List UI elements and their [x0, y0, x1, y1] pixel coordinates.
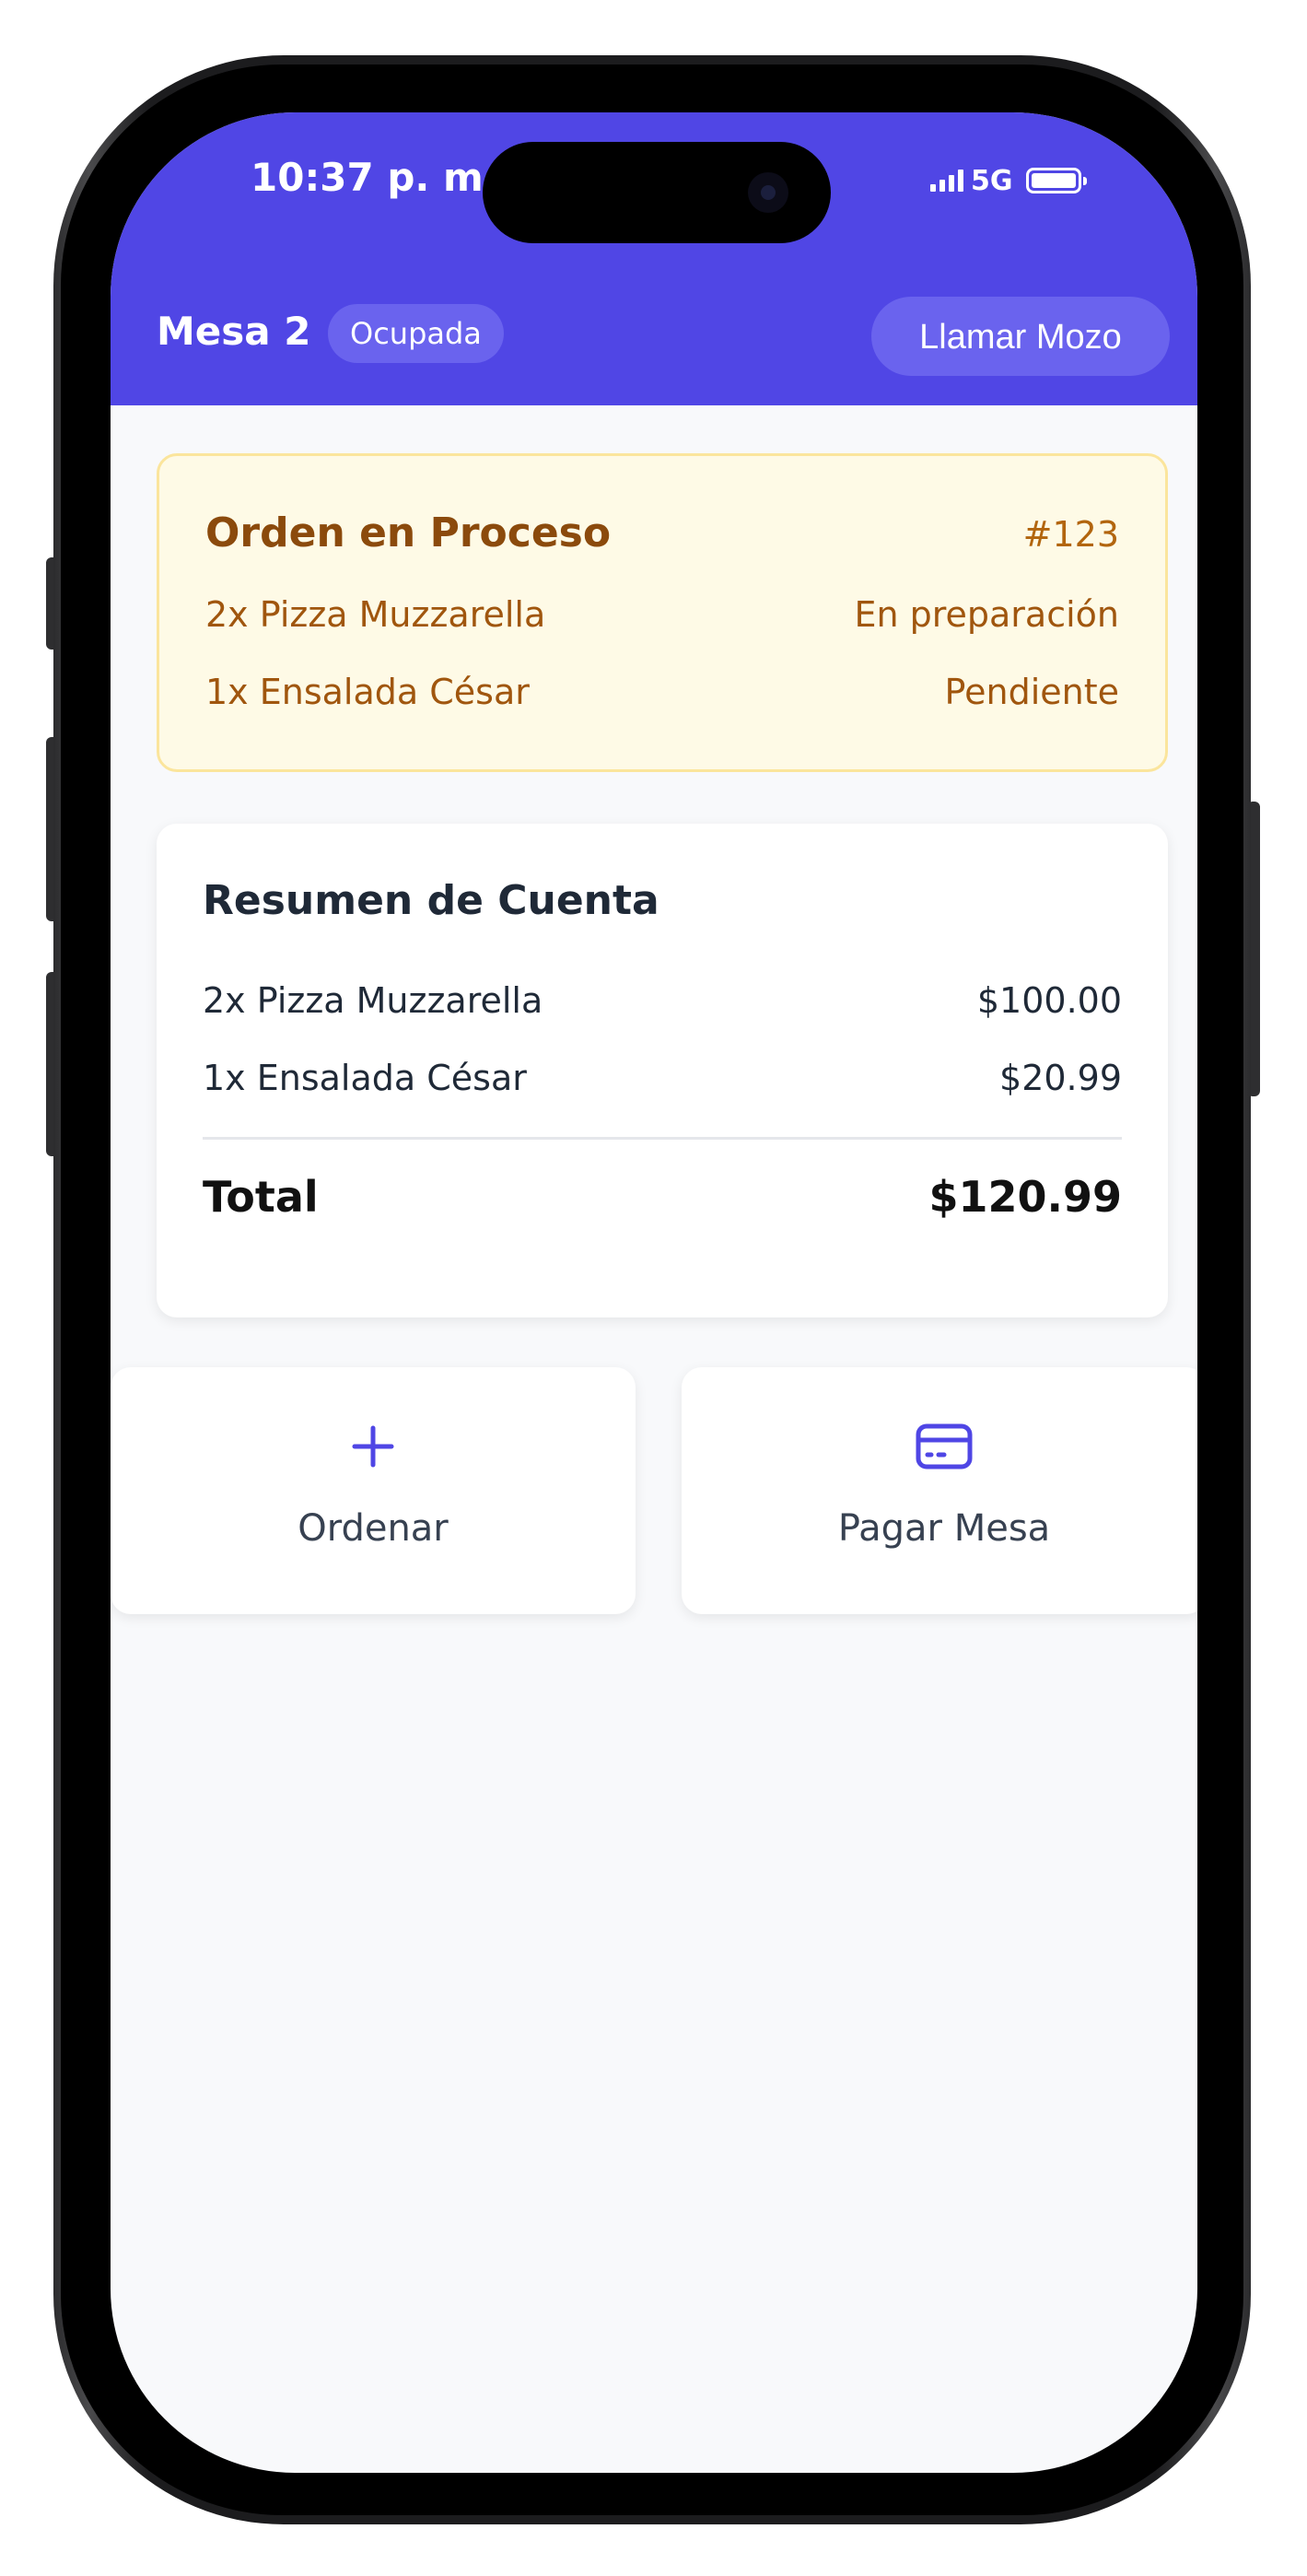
total-value: $120.99 — [928, 1172, 1122, 1222]
network-label: 5G — [971, 164, 1013, 197]
order-item-row: 2x Pizza Muzzarella En preparación — [205, 594, 1119, 635]
order-in-process-card: Orden en Proceso #123 2x Pizza Muzzarell… — [157, 453, 1168, 772]
device-mockup: 10:37 p. m. 5G Mesa 2 Ocupada Llamar Moz… — [0, 0, 1307, 2576]
order-title: Orden en Proceso — [205, 509, 612, 556]
summary-item-price: $20.99 — [999, 1058, 1122, 1098]
table-status-badge: Ocupada — [328, 304, 504, 363]
summary-item-name: 2x Pizza Muzzarella — [203, 980, 543, 1021]
total-label: Total — [203, 1172, 319, 1222]
plus-icon — [111, 1421, 636, 1472]
summary-divider — [203, 1137, 1122, 1140]
status-time: 10:37 p. m. — [251, 155, 498, 200]
pay-table-button[interactable]: Pagar Mesa — [682, 1367, 1197, 1614]
table-title: Mesa 2 — [157, 309, 311, 354]
order-button[interactable]: Ordenar — [111, 1367, 636, 1614]
battery-icon — [1025, 168, 1087, 193]
app-header: 10:37 p. m. 5G Mesa 2 Ocupada Llamar Moz… — [111, 112, 1197, 405]
account-summary-card: Resumen de Cuenta 2x Pizza Muzzarella $1… — [157, 824, 1168, 1317]
app-screen: 10:37 p. m. 5G Mesa 2 Ocupada Llamar Moz… — [111, 112, 1197, 2473]
summary-line-item: 1x Ensalada César $20.99 — [203, 1058, 1122, 1098]
order-item-status: Pendiente — [944, 672, 1119, 712]
summary-item-price: $100.00 — [976, 980, 1122, 1021]
signal-icon — [930, 170, 963, 192]
order-item-name: 2x Pizza Muzzarella — [205, 594, 546, 635]
order-item-row: 1x Ensalada César Pendiente — [205, 672, 1119, 712]
summary-line-item: 2x Pizza Muzzarella $100.00 — [203, 980, 1122, 1021]
order-header-row: Orden en Proceso #123 — [205, 509, 1119, 556]
order-number: #123 — [1022, 514, 1119, 555]
dynamic-island — [483, 142, 831, 243]
total-row: Total $120.99 — [203, 1172, 1122, 1222]
order-label: Ordenar — [298, 1507, 449, 1550]
order-item-name: 1x Ensalada César — [205, 672, 530, 712]
call-waiter-button[interactable]: Llamar Mozo — [871, 297, 1170, 376]
credit-card-icon — [682, 1421, 1197, 1472]
order-item-status: En preparación — [854, 594, 1119, 635]
summary-title: Resumen de Cuenta — [203, 877, 659, 924]
home-indicator — [523, 2449, 785, 2458]
status-indicators: 5G — [930, 162, 1087, 199]
pay-table-label: Pagar Mesa — [837, 1507, 1051, 1550]
front-camera-icon — [748, 172, 788, 213]
summary-item-name: 1x Ensalada César — [203, 1058, 527, 1098]
